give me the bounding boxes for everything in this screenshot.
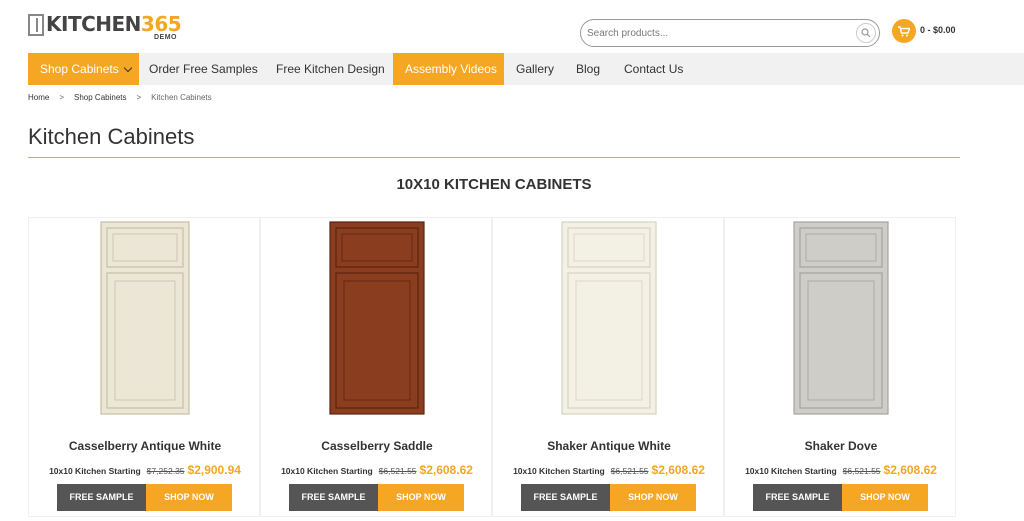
- free-sample-button[interactable]: FREE SAMPLE: [521, 484, 610, 511]
- product-name[interactable]: Casselberry Saddle: [261, 439, 493, 453]
- product-card: Casselberry Antique White 10x10 Kitchen …: [28, 217, 260, 517]
- search-box: [580, 19, 880, 47]
- nav-item-shop-cabinets[interactable]: Shop Cabinets: [28, 53, 139, 85]
- shopping-cart-icon: [898, 25, 910, 36]
- sale-price: $2,900.94: [187, 463, 241, 477]
- product-image[interactable]: [261, 221, 493, 419]
- nav-item-free-kitchen-design[interactable]: Free Kitchen Design: [264, 53, 397, 85]
- product-actions: FREE SAMPLE SHOP NOW: [753, 484, 928, 511]
- nav-item-label: Free Kitchen Design: [276, 62, 385, 76]
- site-header: KITCHEN365 DEMO 0 - $0.00: [0, 0, 1024, 52]
- search-icon: [861, 28, 871, 38]
- product-price: 10x10 Kitchen Starting $6,521.55 $2,608.62: [493, 463, 725, 477]
- price-label: 10x10 Kitchen Starting: [281, 466, 373, 476]
- site-logo[interactable]: KITCHEN365 DEMO: [28, 12, 182, 44]
- nav-item-label: Assembly Videos: [405, 62, 497, 76]
- old-price: $7,252.35: [146, 466, 185, 476]
- cabinet-door-image: [561, 221, 657, 415]
- shop-now-button[interactable]: SHOP NOW: [610, 484, 696, 511]
- product-price: 10x10 Kitchen Starting $6,521.55 $2,608.62: [725, 463, 957, 477]
- product-name[interactable]: Shaker Dove: [725, 439, 957, 453]
- breadcrumb-shop-cabinets[interactable]: Shop Cabinets: [74, 93, 126, 102]
- nav-item-blog[interactable]: Blog: [564, 53, 612, 85]
- product-image[interactable]: [725, 221, 957, 419]
- sale-price: $2,608.62: [883, 463, 937, 477]
- chevron-down-icon: [123, 63, 132, 73]
- cabinet-door-image: [100, 221, 190, 415]
- nav-item-contact-us[interactable]: Contact Us: [612, 53, 695, 85]
- product-name[interactable]: Casselberry Antique White: [29, 439, 261, 453]
- logo-subtitle: DEMO: [154, 34, 177, 41]
- cart-summary[interactable]: 0 - $0.00: [920, 25, 956, 35]
- nav-item-assembly-videos[interactable]: Assembly Videos: [393, 53, 504, 85]
- nav-item-label: Gallery: [516, 62, 555, 76]
- shop-now-button[interactable]: SHOP NOW: [378, 484, 464, 511]
- breadcrumb-current: Kitchen Cabinets: [151, 93, 212, 102]
- product-actions: FREE SAMPLE SHOP NOW: [289, 484, 464, 511]
- nav-item-label: Contact Us: [624, 62, 684, 76]
- main-nav: Shop Cabinets Order Free Samples Free Ki…: [28, 53, 1024, 85]
- free-sample-button[interactable]: FREE SAMPLE: [289, 484, 378, 511]
- product-card: Shaker Dove 10x10 Kitchen Starting $6,521…: [724, 217, 956, 517]
- search-button[interactable]: [856, 23, 876, 43]
- product-card: Casselberry Saddle 10x10 Kitchen Startin…: [260, 217, 492, 517]
- shop-now-button[interactable]: SHOP NOW: [842, 484, 928, 511]
- price-label: 10x10 Kitchen Starting: [513, 466, 605, 476]
- product-actions: FREE SAMPLE SHOP NOW: [521, 484, 696, 511]
- section-title: 10X10 KITCHEN CABINETS: [396, 176, 592, 193]
- sale-price: $2,608.62: [419, 463, 473, 477]
- nav-item-gallery[interactable]: Gallery: [504, 53, 566, 85]
- sale-price: $2,608.62: [651, 463, 705, 477]
- nav-item-order-free-samples[interactable]: Order Free Samples: [137, 53, 270, 85]
- old-price: $6,521.55: [378, 466, 417, 476]
- breadcrumb-separator: >: [59, 93, 65, 102]
- logo-text-main: KITCHEN: [46, 12, 141, 36]
- product-price: 10x10 Kitchen Starting $7,252.35 $2,900.94: [29, 463, 261, 477]
- cart-button[interactable]: [892, 19, 916, 43]
- old-price: $6,521.55: [842, 466, 881, 476]
- product-card: Shaker Antique White 10x10 Kitchen Start…: [492, 217, 724, 517]
- product-image[interactable]: [29, 221, 261, 419]
- shop-now-button[interactable]: SHOP NOW: [146, 484, 232, 511]
- product-price: 10x10 Kitchen Starting $6,521.55 $2,608.62: [261, 463, 493, 477]
- nav-item-label: Shop Cabinets: [40, 62, 119, 76]
- price-label: 10x10 Kitchen Starting: [745, 466, 837, 476]
- price-label: 10x10 Kitchen Starting: [49, 466, 141, 476]
- product-actions: FREE SAMPLE SHOP NOW: [57, 484, 232, 511]
- old-price: $6,521.55: [610, 466, 649, 476]
- title-divider: [28, 157, 960, 158]
- page-title: Kitchen Cabinets: [28, 124, 195, 149]
- product-image[interactable]: [493, 221, 725, 419]
- free-sample-button[interactable]: FREE SAMPLE: [57, 484, 146, 511]
- search-input[interactable]: [587, 24, 847, 42]
- nav-item-label: Blog: [576, 62, 601, 76]
- cabinet-logo-icon: [28, 14, 44, 36]
- nav-item-label: Order Free Samples: [149, 62, 258, 76]
- logo-text-number: 365: [140, 12, 182, 36]
- product-name[interactable]: Shaker Antique White: [493, 439, 725, 453]
- breadcrumb-separator: >: [136, 93, 142, 102]
- breadcrumb-home[interactable]: Home: [28, 93, 49, 102]
- breadcrumb: Home > Shop Cabinets > Kitchen Cabinets: [28, 93, 212, 102]
- free-sample-button[interactable]: FREE SAMPLE: [753, 484, 842, 511]
- cabinet-door-image: [329, 221, 425, 415]
- cabinet-door-image: [793, 221, 889, 415]
